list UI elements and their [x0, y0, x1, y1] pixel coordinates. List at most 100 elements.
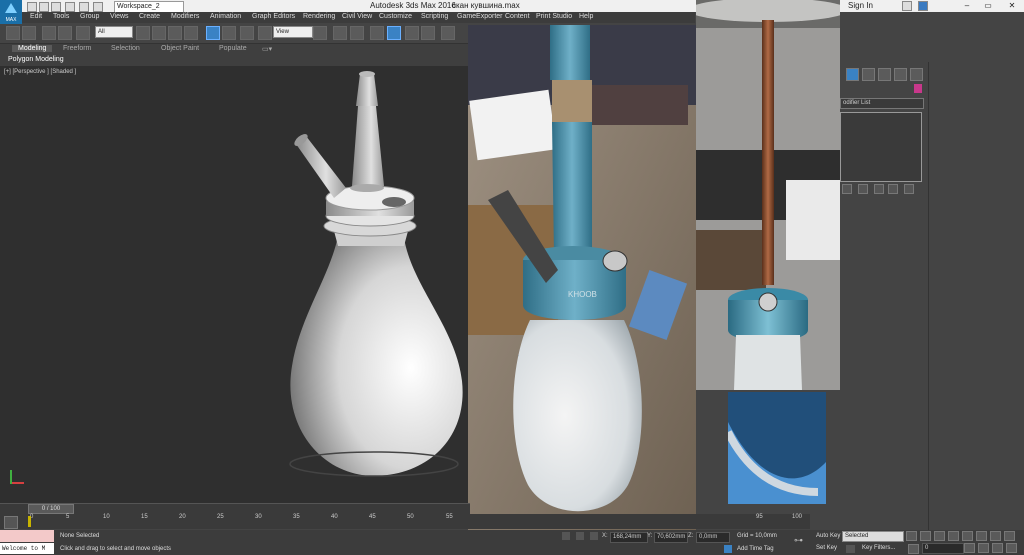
save-file-icon[interactable]	[51, 2, 61, 12]
app-logo-button[interactable]: MAX	[0, 0, 22, 24]
rectangular-selection-icon[interactable]	[168, 26, 182, 40]
menu-print-studio[interactable]: Print Studio	[536, 13, 572, 20]
menu-group[interactable]: Group	[80, 13, 99, 20]
menu-views[interactable]: Views	[110, 13, 129, 20]
key-selection-dropdown[interactable]: Selected	[842, 531, 904, 542]
play-icon[interactable]	[934, 531, 945, 541]
hold-icon[interactable]	[93, 2, 103, 12]
hierarchy-tab-icon[interactable]	[862, 68, 875, 81]
undo-toolbar-icon[interactable]	[6, 26, 20, 40]
select-manipulate-icon[interactable]	[333, 26, 347, 40]
default-tangents-icon[interactable]	[846, 545, 855, 553]
select-and-rotate-icon[interactable]	[222, 26, 236, 40]
track-bar[interactable]: 0 5 10 15 20 25 30 35 40 45 50 55 95 100	[0, 514, 810, 529]
ribbon-options-icon[interactable]: ▭▾	[262, 45, 272, 53]
set-key-button[interactable]: Set Key	[816, 545, 837, 551]
undo-icon[interactable]	[65, 2, 75, 12]
remove-modifier-icon[interactable]	[888, 184, 898, 194]
tab-freeform[interactable]: Freeform	[63, 45, 91, 52]
link-icon[interactable]	[42, 26, 56, 40]
display-tab-icon[interactable]	[894, 68, 907, 81]
pin-stack-icon[interactable]	[842, 184, 852, 194]
orbit-icon[interactable]	[978, 543, 989, 553]
menu-rendering[interactable]: Rendering	[303, 13, 335, 20]
auto-key-button[interactable]: Auto Key	[816, 533, 840, 539]
restore-button[interactable]: ▭	[978, 0, 998, 12]
zoom-all-icon[interactable]	[990, 531, 1001, 541]
zoom-extents-icon[interactable]	[976, 531, 987, 541]
window-crossing-icon[interactable]	[184, 26, 198, 40]
motion-tab-icon[interactable]	[878, 68, 891, 81]
x-coordinate-field[interactable]: 168,24mm	[610, 532, 648, 543]
maxscript-mini-listener[interactable]: Welcome to M	[0, 543, 54, 554]
sign-in-link[interactable]: Sign In	[848, 1, 873, 10]
key-icon[interactable]: ⊶	[794, 535, 808, 545]
snaps-toggle-icon[interactable]	[370, 26, 384, 40]
modifier-stack[interactable]	[840, 112, 922, 182]
selection-lock-icon[interactable]	[576, 532, 584, 540]
reference-coordinate-dropdown[interactable]: View	[273, 26, 313, 38]
select-and-place-icon[interactable]	[258, 26, 272, 40]
menu-tools[interactable]: Tools	[53, 13, 69, 20]
perspective-viewport[interactable]: [+] [Perspective ] [Shaded ]	[0, 66, 470, 503]
current-frame-field[interactable]: 0	[922, 543, 964, 554]
add-time-tag[interactable]: Add Time Tag	[737, 546, 774, 552]
tab-object-paint[interactable]: Object Paint	[161, 45, 199, 52]
close-button[interactable]: ✕	[1002, 0, 1022, 12]
modify-tab-icon[interactable]	[846, 68, 859, 81]
exchange-icon[interactable]	[902, 1, 912, 11]
time-tag-icon[interactable]	[724, 545, 732, 553]
redo-toolbar-icon[interactable]	[22, 26, 36, 40]
configure-modifier-sets-icon[interactable]	[904, 184, 914, 194]
key-filters-button[interactable]: Key Filters...	[862, 545, 895, 551]
tab-modeling[interactable]: Modeling	[12, 45, 53, 52]
percent-snap-icon[interactable]	[405, 26, 419, 40]
go-to-start-icon[interactable]	[906, 531, 917, 541]
modifier-list-dropdown[interactable]: odifier List	[840, 98, 924, 109]
polygon-modeling-panel[interactable]: Polygon Modeling	[8, 56, 64, 63]
pivot-center-icon[interactable]	[313, 26, 327, 40]
select-by-name-icon[interactable]	[152, 26, 166, 40]
menu-content[interactable]: Content	[505, 13, 530, 20]
menu-help[interactable]: Help	[579, 13, 593, 20]
menu-edit[interactable]: Edit	[30, 13, 42, 20]
time-slider[interactable]: 0 / 100	[28, 504, 74, 514]
isolate-selection-icon[interactable]	[562, 532, 570, 540]
y-coordinate-field[interactable]: 70,602mm	[654, 532, 688, 543]
keyboard-shortcut-toggle-icon[interactable]	[350, 26, 364, 40]
tab-populate[interactable]: Populate	[219, 45, 247, 52]
track-bar-toggle-icon[interactable]	[4, 516, 18, 529]
spinner-snap-icon[interactable]	[421, 26, 435, 40]
selection-filter-dropdown[interactable]: All	[95, 26, 133, 38]
select-and-move-icon[interactable]	[206, 26, 220, 40]
named-selection-icon[interactable]	[441, 26, 455, 40]
make-unique-icon[interactable]	[874, 184, 884, 194]
menu-modifiers[interactable]: Modifiers	[171, 13, 199, 20]
select-and-scale-icon[interactable]	[240, 26, 254, 40]
redo-icon[interactable]	[79, 2, 89, 12]
previous-frame-icon[interactable]	[920, 531, 931, 541]
maxscript-listener[interactable]	[0, 530, 54, 542]
unlink-icon[interactable]	[58, 26, 72, 40]
maximize-viewport-icon[interactable]	[1004, 531, 1015, 541]
angle-snap-icon[interactable]	[387, 26, 401, 40]
time-configuration-icon[interactable]	[908, 544, 919, 554]
show-end-result-icon[interactable]	[858, 184, 868, 194]
menu-gameexporter[interactable]: GameExporter	[457, 13, 503, 20]
menu-customize[interactable]: Customize	[379, 13, 412, 20]
walk-through-icon[interactable]	[1006, 543, 1017, 553]
tab-selection[interactable]: Selection	[111, 45, 140, 52]
new-file-icon[interactable]	[27, 2, 37, 12]
absolute-mode-icon[interactable]	[590, 532, 598, 540]
bind-space-warp-icon[interactable]	[76, 26, 90, 40]
menu-animation[interactable]: Animation	[210, 13, 241, 20]
minimize-button[interactable]: –	[957, 0, 977, 12]
select-object-icon[interactable]	[136, 26, 150, 40]
menu-scripting[interactable]: Scripting	[421, 13, 448, 20]
menu-create[interactable]: Create	[139, 13, 160, 20]
object-color-swatch[interactable]	[914, 84, 922, 93]
open-file-icon[interactable]	[39, 2, 49, 12]
go-to-end-icon[interactable]	[962, 531, 973, 541]
help-icon[interactable]	[918, 1, 928, 11]
utilities-tab-icon[interactable]	[910, 68, 923, 81]
